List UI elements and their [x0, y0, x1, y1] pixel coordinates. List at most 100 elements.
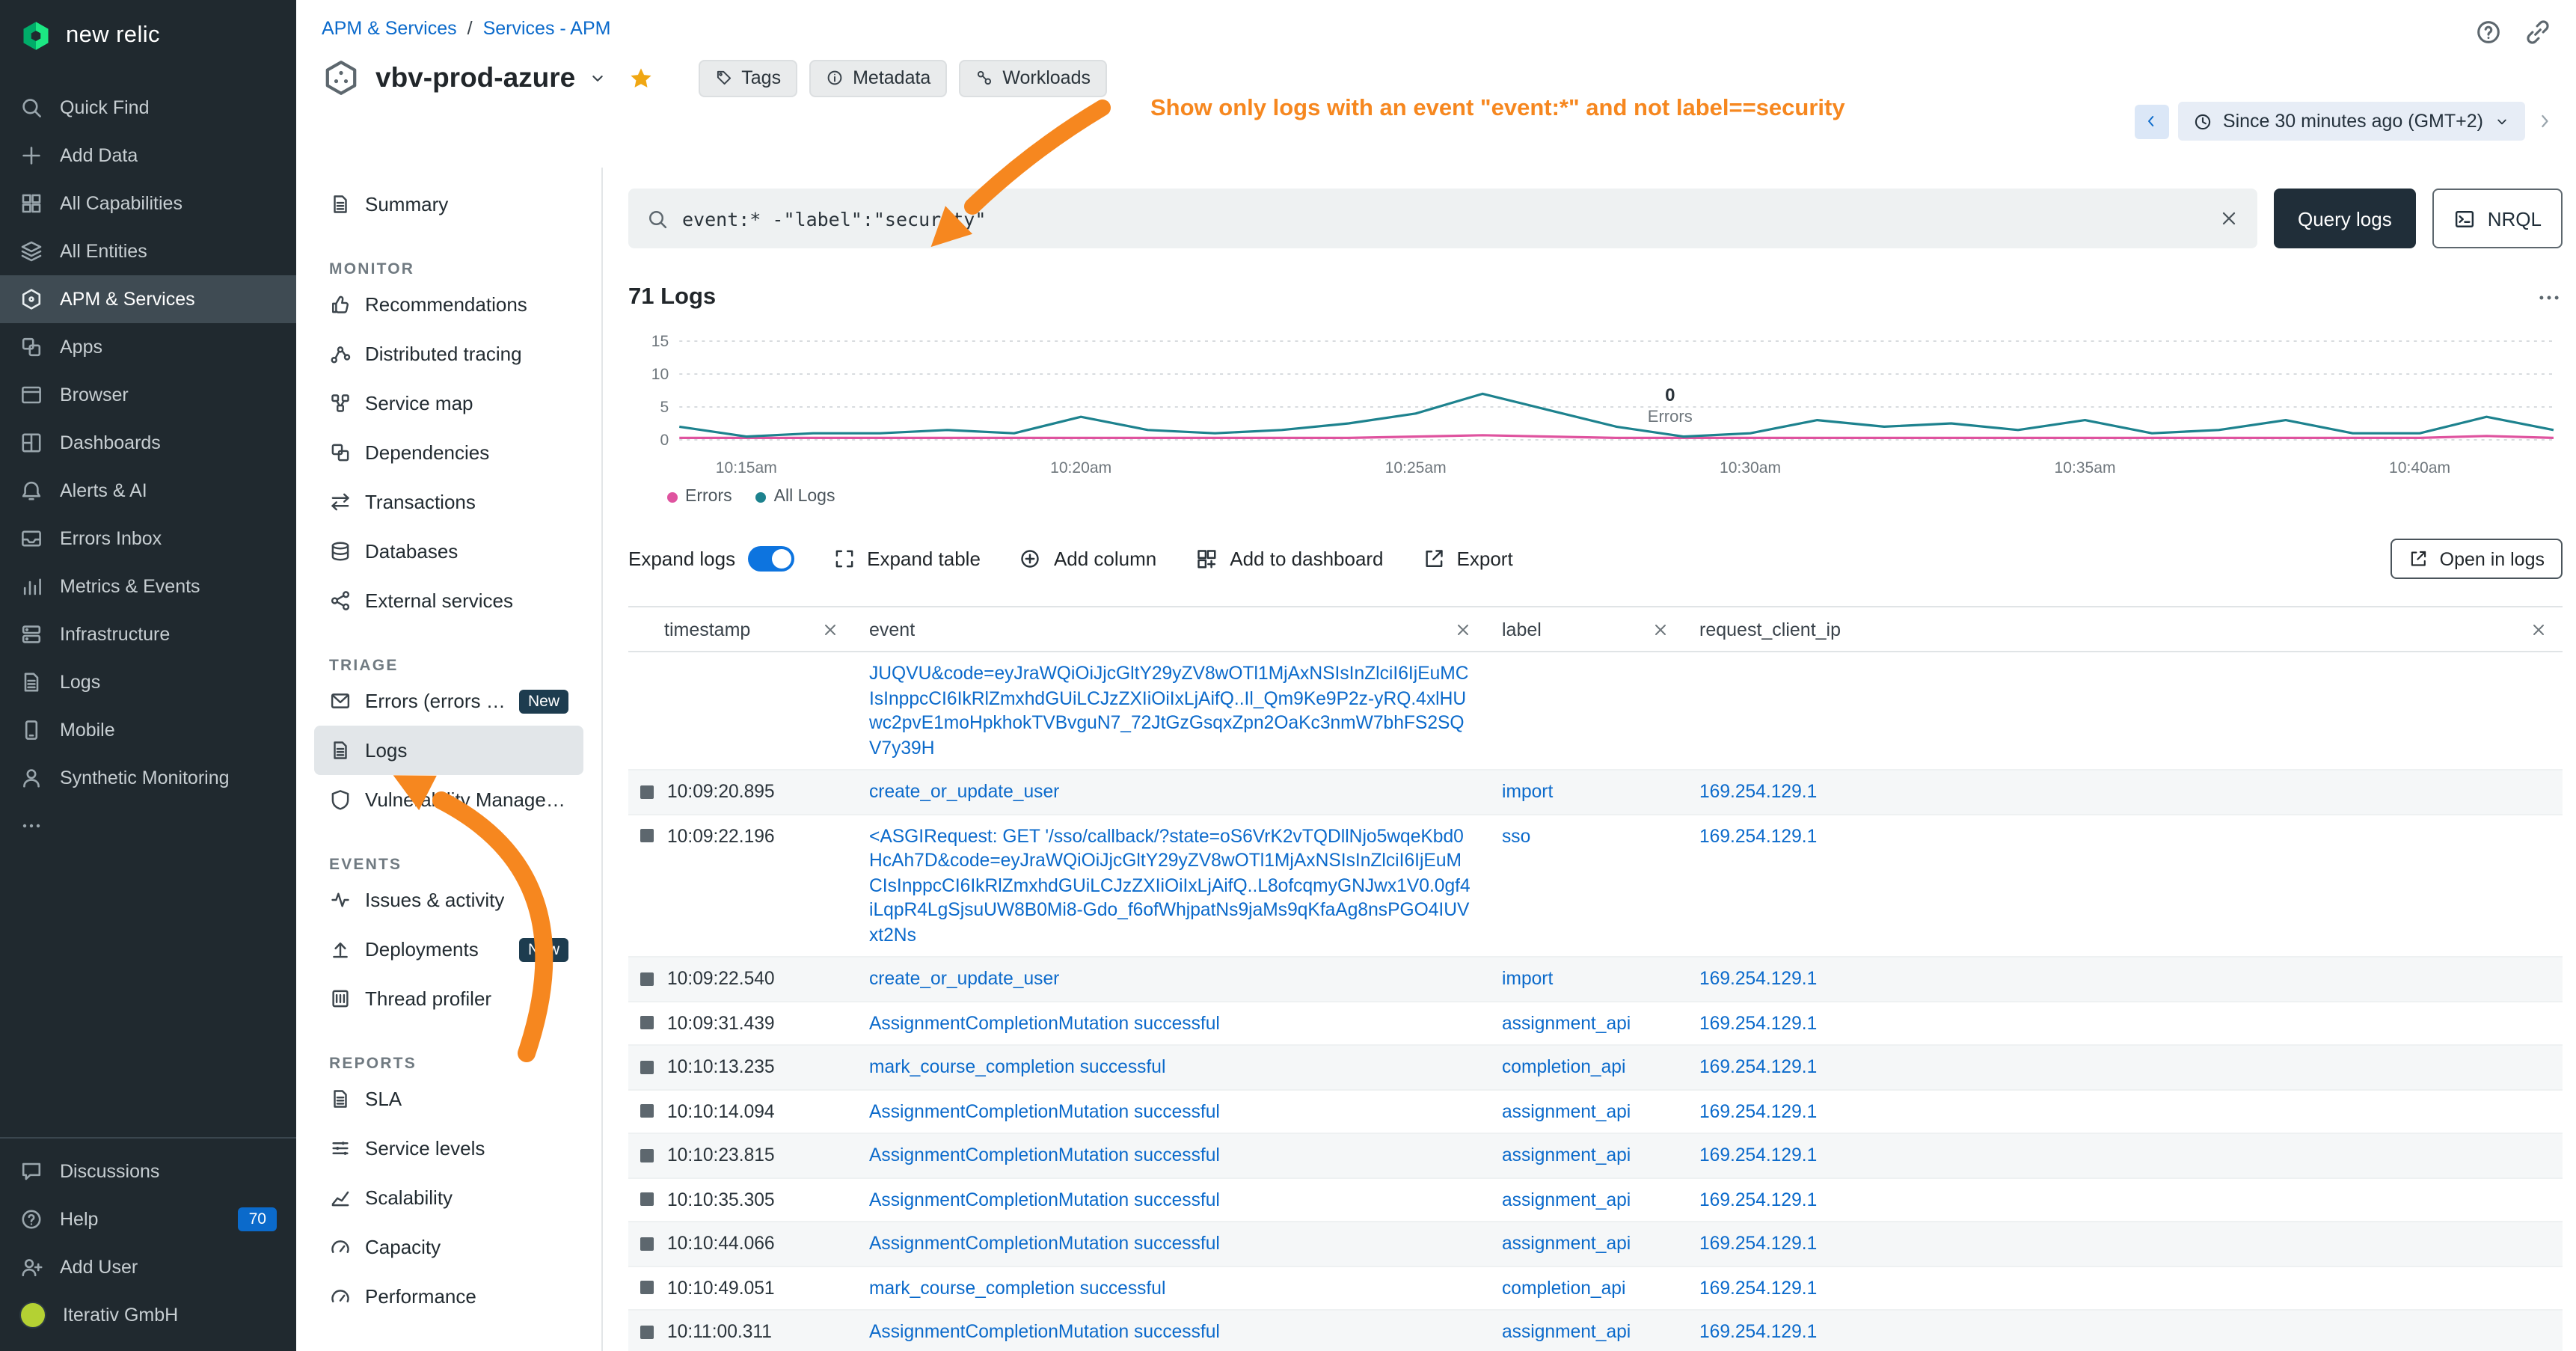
help-icon[interactable] — [2474, 18, 2503, 46]
sidebar-item-mobile[interactable]: Mobile — [0, 706, 296, 754]
nav-item-vulnerability-management[interactable]: Vulnerability Management — [314, 775, 583, 824]
nav-item-dependencies[interactable]: Dependencies — [314, 428, 583, 477]
label-link[interactable]: assignment_api — [1502, 1233, 1631, 1254]
nav-item-transactions[interactable]: Transactions — [314, 477, 583, 527]
table-row[interactable]: 10:10:23.815 AssignmentCompletionMutatio… — [628, 1134, 2563, 1178]
event-link[interactable]: AssignmentCompletionMutation successful — [869, 1233, 1220, 1254]
row-checkbox[interactable] — [640, 1016, 654, 1029]
ip-link[interactable]: 169.254.129.1 — [1699, 1145, 1817, 1165]
event-link[interactable]: AssignmentCompletionMutation successful — [869, 1012, 1220, 1033]
row-checkbox[interactable] — [640, 829, 654, 842]
chart-menu-icon[interactable] — [2536, 284, 2563, 311]
column-header-request-client-ip[interactable]: request_client_ip — [1684, 607, 2563, 651]
label-link[interactable]: assignment_api — [1502, 1100, 1631, 1121]
nav-item-capacity[interactable]: Capacity — [314, 1222, 583, 1272]
log-query-box[interactable] — [628, 189, 2257, 248]
event-link[interactable]: <ASGIRequest: GET '/sso/callback/?state=… — [869, 825, 1471, 945]
table-row[interactable]: 10:10:13.235 mark_course_completion succ… — [628, 1046, 2563, 1090]
ip-link[interactable]: 169.254.129.1 — [1699, 781, 1817, 802]
sidebar-item-apps[interactable]: Apps — [0, 323, 296, 371]
query-logs-button[interactable]: Query logs — [2274, 189, 2416, 248]
table-row[interactable]: 10:10:35.305 AssignmentCompletionMutatio… — [628, 1178, 2563, 1222]
ip-link[interactable]: 169.254.129.1 — [1699, 1277, 1817, 1298]
label-link[interactable]: assignment_api — [1502, 1012, 1631, 1033]
legend-item-errors[interactable]: Errors — [667, 488, 732, 506]
label-link[interactable]: sso — [1502, 825, 1530, 846]
table-row[interactable]: 10:10:14.094 AssignmentCompletionMutatio… — [628, 1090, 2563, 1134]
table-row[interactable]: 10:10:44.066 AssignmentCompletionMutatio… — [628, 1222, 2563, 1266]
event-link[interactable]: AssignmentCompletionMutation successful — [869, 1321, 1220, 1342]
clear-query-icon[interactable] — [2218, 208, 2239, 229]
label-link[interactable]: import — [1502, 781, 1553, 802]
sidebar-item-apm-services[interactable]: APM & Services — [0, 275, 296, 323]
nav-item-thread-profiler[interactable]: Thread profiler — [314, 974, 583, 1023]
event-link[interactable]: JUQVU&code=eyJraWQiOiJjcGltY29yZV8wOTl1M… — [869, 663, 1469, 758]
column-header-timestamp[interactable]: timestamp — [628, 607, 854, 651]
export-button[interactable]: Export — [1423, 548, 1513, 570]
sidebar-item-discussions[interactable]: Discussions — [0, 1148, 296, 1195]
table-row[interactable]: 10:10:49.051 mark_course_completion succ… — [628, 1266, 2563, 1311]
ip-link[interactable]: 169.254.129.1 — [1699, 1321, 1817, 1342]
nav-item-summary[interactable]: Summary — [314, 180, 583, 229]
ip-link[interactable]: 169.254.129.1 — [1699, 1233, 1817, 1254]
label-link[interactable]: assignment_api — [1502, 1189, 1631, 1210]
ip-link[interactable]: 169.254.129.1 — [1699, 1056, 1817, 1077]
sidebar-item-add-data[interactable]: Add Data — [0, 132, 296, 180]
expand-logs-toggle-group[interactable]: Expand logs — [628, 546, 794, 572]
sidebar-item-iterativ-gmbh[interactable]: Iterativ GmbH — [0, 1291, 296, 1339]
legend-item-all-logs[interactable]: All Logs — [756, 488, 835, 506]
nav-item-external-services[interactable]: External services — [314, 576, 583, 625]
event-link[interactable]: create_or_update_user — [869, 781, 1059, 802]
nav-item-performance[interactable]: Performance — [314, 1272, 583, 1321]
sidebar-item-browser[interactable]: Browser — [0, 371, 296, 419]
sidebar-item-alerts-ai[interactable]: Alerts & AI — [0, 467, 296, 515]
nrql-button[interactable]: NRQL — [2432, 189, 2563, 248]
breadcrumb-link-apm-services[interactable]: APM & Services — [322, 18, 457, 39]
event-link[interactable]: mark_course_completion successful — [869, 1056, 1165, 1077]
ip-link[interactable]: 169.254.129.1 — [1699, 1100, 1817, 1121]
nav-item-databases[interactable]: Databases — [314, 527, 583, 576]
table-row[interactable]: 10:09:31.439 AssignmentCompletionMutatio… — [628, 1002, 2563, 1046]
sidebar-item-metrics-events[interactable]: Metrics & Events — [0, 563, 296, 610]
row-checkbox[interactable] — [640, 1192, 654, 1206]
column-header-event[interactable]: event — [854, 607, 1487, 651]
sidebar-item-synthetic-monitoring[interactable]: Synthetic Monitoring — [0, 754, 296, 802]
event-link[interactable]: AssignmentCompletionMutation successful — [869, 1100, 1220, 1121]
ip-link[interactable]: 169.254.129.1 — [1699, 968, 1817, 989]
expand-table-button[interactable]: Expand table — [832, 548, 981, 570]
metadata-chip-button[interactable]: Metadata — [809, 59, 947, 96]
favorite-star-icon[interactable] — [628, 65, 653, 91]
sidebar-item-help[interactable]: Help 70 — [0, 1195, 296, 1243]
event-link[interactable]: create_or_update_user — [869, 968, 1059, 989]
event-link[interactable]: AssignmentCompletionMutation successful — [869, 1189, 1220, 1210]
remove-column-icon[interactable] — [1652, 620, 1669, 638]
table-row[interactable]: 10:11:00.311 AssignmentCompletionMutatio… — [628, 1311, 2563, 1351]
label-link[interactable]: completion_api — [1502, 1277, 1625, 1298]
nav-item-errors-errors-inb[interactable]: Errors (errors inb... New — [314, 676, 583, 726]
nav-item-scalability[interactable]: Scalability — [314, 1173, 583, 1222]
nav-item-recommendations[interactable]: Recommendations — [314, 280, 583, 329]
sidebar-item-all-entities[interactable]: All Entities — [0, 227, 296, 275]
remove-column-icon[interactable] — [1454, 620, 1472, 638]
sidebar-item-infrastructure[interactable]: Infrastructure — [0, 610, 296, 658]
remove-column-icon[interactable] — [2530, 620, 2548, 638]
log-query-input[interactable] — [682, 207, 2205, 230]
row-checkbox[interactable] — [640, 1281, 654, 1294]
open-in-logs-button[interactable]: Open in logs — [2391, 539, 2563, 579]
nav-item-service-map[interactable]: Service map — [314, 379, 583, 428]
row-checkbox[interactable] — [640, 1148, 654, 1162]
permalink-icon[interactable] — [2524, 18, 2552, 46]
sidebar-item-dashboards[interactable]: Dashboards — [0, 419, 296, 467]
row-checkbox[interactable] — [640, 1325, 654, 1338]
nav-item-service-levels[interactable]: Service levels — [314, 1124, 583, 1173]
label-link[interactable]: assignment_api — [1502, 1145, 1631, 1165]
row-checkbox[interactable] — [640, 1237, 654, 1250]
table-row[interactable]: 10:09:20.895 create_or_update_user impor… — [628, 771, 2563, 815]
event-link[interactable]: AssignmentCompletionMutation successful — [869, 1145, 1220, 1165]
sidebar-item-add-user[interactable]: Add User — [0, 1243, 296, 1291]
time-back-button[interactable] — [2135, 104, 2169, 138]
sidebar-item-quick-find[interactable]: Quick Find — [0, 84, 296, 132]
row-checkbox[interactable] — [640, 1060, 654, 1073]
table-row[interactable]: 10:09:22.540 create_or_update_user impor… — [628, 958, 2563, 1002]
time-range-button[interactable]: Since 30 minutes ago (GMT+2) — [2178, 102, 2525, 141]
